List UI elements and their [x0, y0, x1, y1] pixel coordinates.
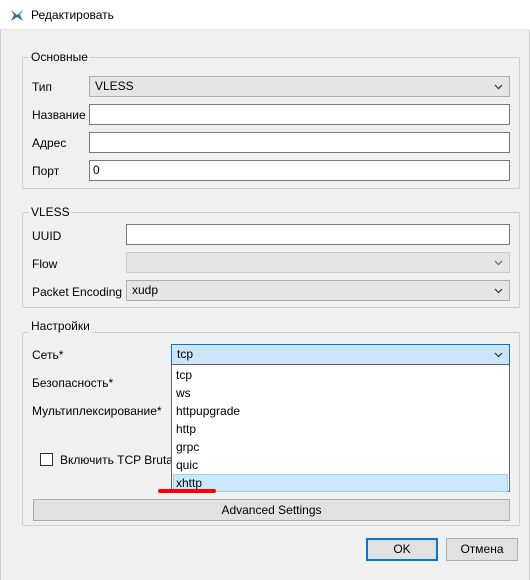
network-select-value: tcp [177, 347, 194, 361]
window-border [0, 30, 1, 580]
chevron-down-icon [494, 352, 503, 358]
network-dropdown-list[interactable]: tcp ws httpupgrade http grpc quic xhttp [171, 364, 510, 492]
basic-group-title: Основные [29, 50, 90, 64]
security-label: Безопасность* [32, 376, 114, 390]
address-field[interactable] [89, 132, 510, 153]
network-option-grpc[interactable]: grpc [173, 438, 508, 456]
uuid-field[interactable] [126, 224, 510, 245]
title-bar[interactable]: Редактировать [0, 0, 530, 30]
network-option-quic[interactable]: quic [173, 456, 508, 474]
network-option-tcp[interactable]: tcp [173, 366, 508, 384]
uuid-label: UUID [32, 229, 62, 243]
network-option-httpupgrade[interactable]: httpupgrade [173, 402, 508, 420]
cancel-button[interactable]: Отмена [446, 538, 518, 561]
chevron-down-icon [494, 288, 503, 294]
type-select-value: VLESS [95, 79, 134, 93]
highlight-underline-mark [158, 489, 216, 493]
network-label: Сеть* [32, 348, 64, 362]
type-select[interactable]: VLESS [89, 76, 510, 97]
vless-group-title: VLESS [29, 205, 72, 219]
flow-select[interactable] [126, 252, 510, 273]
network-select[interactable]: tcp [171, 344, 510, 365]
advanced-settings-button[interactable]: Advanced Settings [33, 499, 510, 521]
network-option-ws[interactable]: ws [173, 384, 508, 402]
tcp-brutal-checkbox[interactable] [40, 453, 53, 466]
app-logo-icon [11, 10, 23, 21]
window-title: Редактировать [31, 8, 114, 22]
tcp-brutal-label: Включить TCP Brutal [60, 453, 176, 467]
port-field[interactable]: 0 [89, 160, 510, 181]
mux-label: Мультиплексирование* [32, 404, 162, 418]
port-label: Порт [32, 164, 60, 178]
network-option-xhttp[interactable]: xhttp [173, 474, 508, 492]
type-label: Тип [32, 80, 53, 94]
flow-label: Flow [32, 257, 58, 271]
packet-encoding-label: Packet Encoding [32, 285, 123, 299]
network-option-http[interactable]: http [173, 420, 508, 438]
packet-encoding-select[interactable]: xudp [126, 280, 510, 301]
settings-group-title: Настройки [29, 319, 92, 333]
chevron-down-icon [494, 84, 503, 90]
name-label: Название [32, 108, 86, 122]
ok-button[interactable]: OK [366, 538, 438, 561]
chevron-down-icon [494, 260, 503, 266]
packet-encoding-value: xudp [132, 283, 159, 297]
address-label: Адрес [32, 136, 67, 150]
name-field[interactable] [89, 104, 510, 125]
